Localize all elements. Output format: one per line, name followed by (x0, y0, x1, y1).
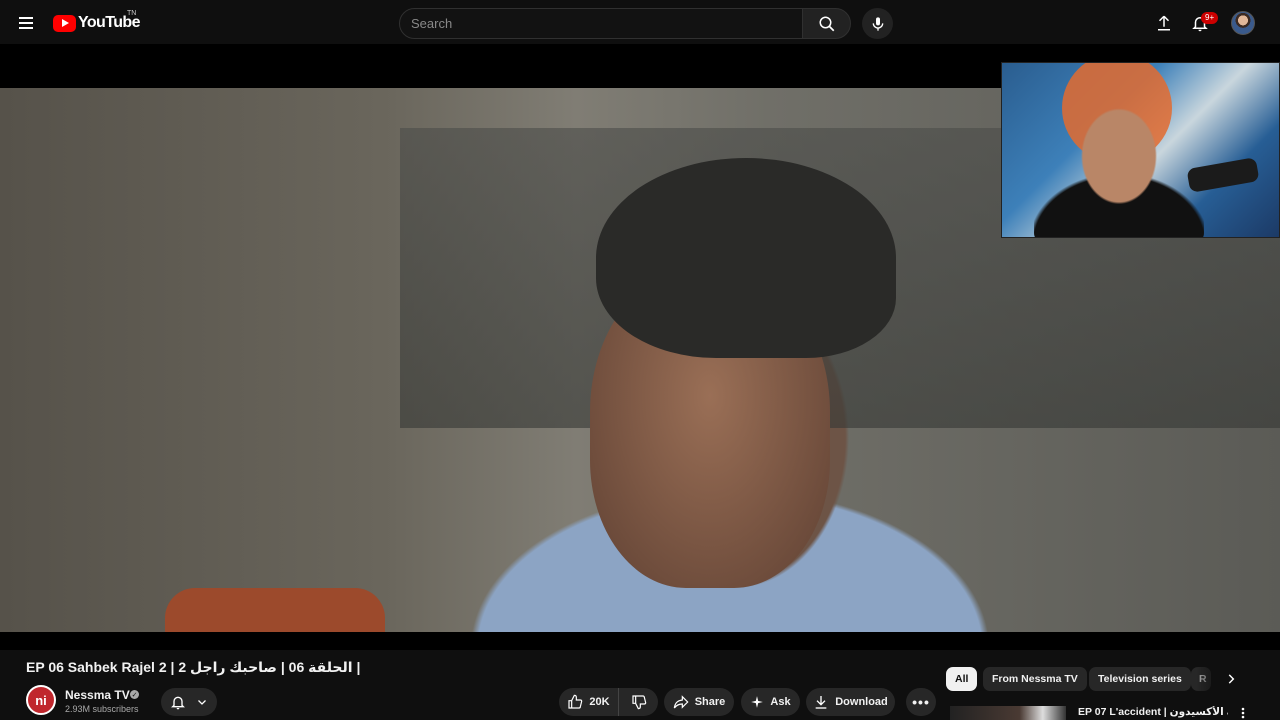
sparkle-icon (751, 696, 764, 708)
background-chair (165, 588, 385, 632)
ask-label: Ask (770, 696, 791, 708)
subscriber-count: 2.93M subscribers (65, 704, 139, 714)
chips-next-button[interactable] (1220, 668, 1242, 690)
actor-hair (596, 158, 896, 358)
share-icon (673, 695, 689, 709)
like-button[interactable]: 20K (559, 688, 619, 716)
account-avatar[interactable] (1231, 11, 1255, 35)
chevron-down-icon (198, 700, 206, 705)
more-actions-button[interactable]: ••• (906, 688, 936, 716)
create-button[interactable] (1150, 9, 1178, 37)
search-button[interactable] (802, 8, 851, 39)
more-vert-icon (1241, 707, 1245, 719)
upload-icon (1158, 15, 1170, 31)
dislike-button[interactable] (619, 688, 658, 716)
logo-country-code: TN (127, 10, 137, 17)
chip-television-series[interactable]: Television series (1089, 667, 1191, 691)
webcam-overlay (1001, 62, 1280, 238)
ask-button[interactable]: Ask (741, 688, 800, 716)
like-dislike-group: 20K (559, 688, 658, 716)
masthead: YouTube TN 9+ (0, 0, 1280, 44)
youtube-logo[interactable]: YouTube TN (53, 10, 140, 33)
chip-from-nessma-tv[interactable]: From Nessma TV (983, 667, 1087, 691)
like-icon (568, 694, 583, 709)
recommendation-menu-button[interactable] (1236, 706, 1250, 720)
youtube-play-icon (53, 14, 76, 32)
channel-avatar[interactable]: ni (26, 685, 56, 715)
streamer (1034, 103, 1204, 237)
search-input[interactable] (400, 9, 802, 38)
bell-icon (171, 696, 185, 710)
share-label: Share (694, 696, 726, 708)
chip-all[interactable]: All (946, 667, 978, 691)
channel-name[interactable]: Nessma TV (65, 688, 130, 702)
search-box (399, 8, 803, 39)
recommendation-thumbnail[interactable] (950, 706, 1066, 720)
menu-button[interactable] (10, 8, 42, 38)
search-icon (819, 16, 834, 31)
chevron-right-icon (1228, 674, 1235, 684)
like-count: 20K (589, 696, 610, 708)
dislike-icon (631, 695, 646, 710)
notification-badge: 9+ (1201, 12, 1219, 24)
share-button[interactable]: Share (664, 688, 734, 716)
mic-icon (872, 16, 883, 31)
video-title: EP 06 Sahbek Rajel 2 | الحلقة 06 | صاحبك… (26, 659, 361, 675)
voice-search-button[interactable] (862, 8, 893, 39)
menu-icon (19, 22, 33, 24)
verified-icon: ✓ (130, 690, 139, 699)
download-icon (815, 696, 827, 709)
subscription-notifications-button[interactable] (161, 688, 217, 716)
download-button[interactable]: Download (806, 688, 895, 716)
recommendation-title[interactable]: EP 07 L'accident | الحلقة الأكسيدون (1078, 706, 1228, 718)
download-label: Download (835, 696, 888, 708)
